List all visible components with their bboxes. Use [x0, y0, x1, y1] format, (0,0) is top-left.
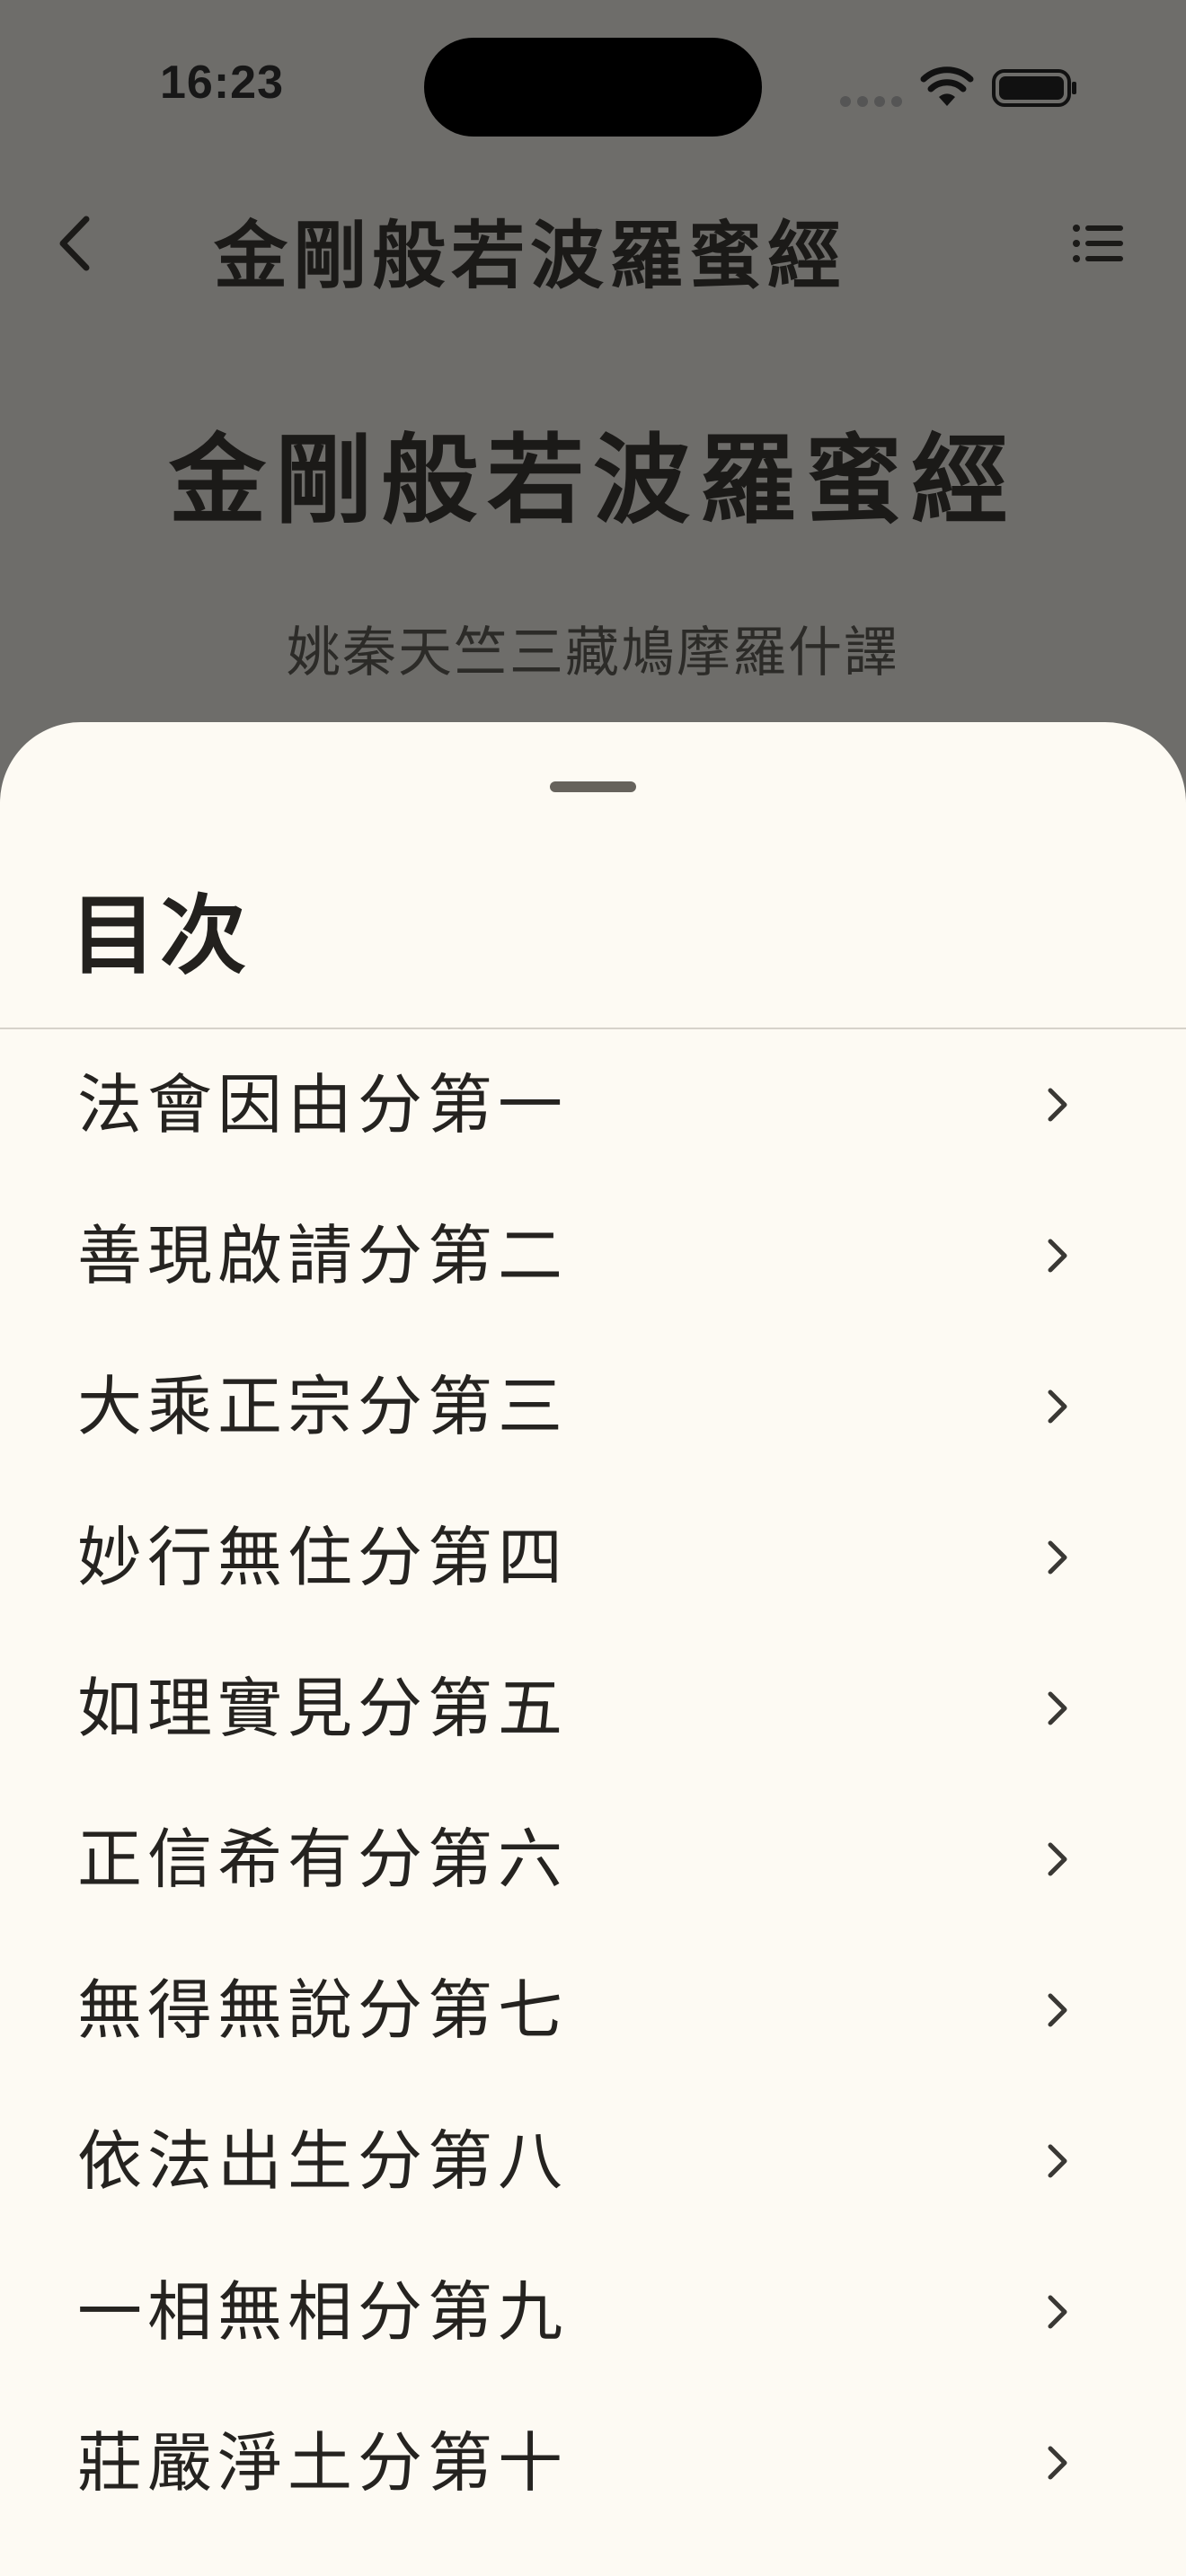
toc-item[interactable]: 無得無說分第七 [0, 1935, 1186, 2086]
chevron-right-icon [1048, 2144, 1067, 2178]
toc-item[interactable]: 法會因由分第一 [0, 1029, 1186, 1180]
toc-item-label: 一相無相分第九 [77, 2274, 569, 2350]
toc-item-label: 莊嚴淨土分第十 [77, 2425, 569, 2501]
table-of-contents-sheet: 目次 法會因由分第一 善現啟請分第二 大乘正宗分第三 妙行無住分第四 如理實見分… [0, 722, 1186, 2576]
toc-item[interactable]: 如理實見分第五 [0, 1633, 1186, 1784]
document-title: 金剛般若波羅蜜經 [168, 425, 1017, 537]
nav-title: 金剛般若波羅蜜經 [213, 214, 846, 299]
battery-icon [992, 69, 1076, 107]
toc-item-label: 無得無說分第七 [77, 1972, 569, 2048]
cellular-signal-icon [840, 93, 908, 110]
toc-item[interactable]: 一相無相分第九 [0, 2236, 1186, 2387]
toc-item[interactable]: 大乘正宗分第三 [0, 1331, 1186, 1482]
toc-item-label: 如理實見分第五 [77, 1671, 569, 1746]
toc-item[interactable]: 善現啟請分第二 [0, 1180, 1186, 1331]
toc-item[interactable]: 莊嚴淨土分第十 [0, 2387, 1186, 2538]
toc-item-label: 法會因由分第一 [77, 1067, 569, 1142]
toc-item-label: 善現啟請分第二 [77, 1218, 569, 1293]
status-bar: 16:23 [0, 0, 1186, 171]
toc-item-label: 大乘正宗分第三 [77, 1369, 569, 1444]
toc-item[interactable]: 依法出生分第八 [0, 2086, 1186, 2236]
toc-list: 法會因由分第一 善現啟請分第二 大乘正宗分第三 妙行無住分第四 如理實見分第五 … [0, 1029, 1186, 2538]
chevron-right-icon [1048, 1239, 1067, 1273]
chevron-right-icon [1048, 1842, 1067, 1876]
chevron-right-icon [1048, 1691, 1067, 1725]
sheet-grabber[interactable] [550, 781, 636, 792]
toc-item-label: 正信希有分第六 [77, 1822, 569, 1897]
chevron-right-icon [1048, 1540, 1067, 1575]
document-subtitle: 姚秦天竺三藏鳩摩羅什譯 [287, 622, 899, 684]
chevron-right-icon [1048, 1389, 1067, 1424]
sheet-title: 目次 [70, 886, 250, 986]
status-time: 16:23 [160, 57, 284, 109]
toc-item-label: 妙行無住分第四 [77, 1520, 569, 1595]
toc-item-label: 依法出生分第八 [77, 2123, 569, 2199]
toc-item[interactable]: 妙行無住分第四 [0, 1482, 1186, 1633]
chevron-right-icon [1048, 1993, 1067, 2027]
chevron-right-icon [1048, 2446, 1067, 2480]
dynamic-island [424, 38, 762, 137]
chevron-right-icon [1048, 1088, 1067, 1122]
wifi-icon [920, 66, 974, 106]
list-icon[interactable] [1071, 221, 1125, 266]
toc-item[interactable]: 正信希有分第六 [0, 1784, 1186, 1935]
chevron-right-icon [1048, 2295, 1067, 2329]
